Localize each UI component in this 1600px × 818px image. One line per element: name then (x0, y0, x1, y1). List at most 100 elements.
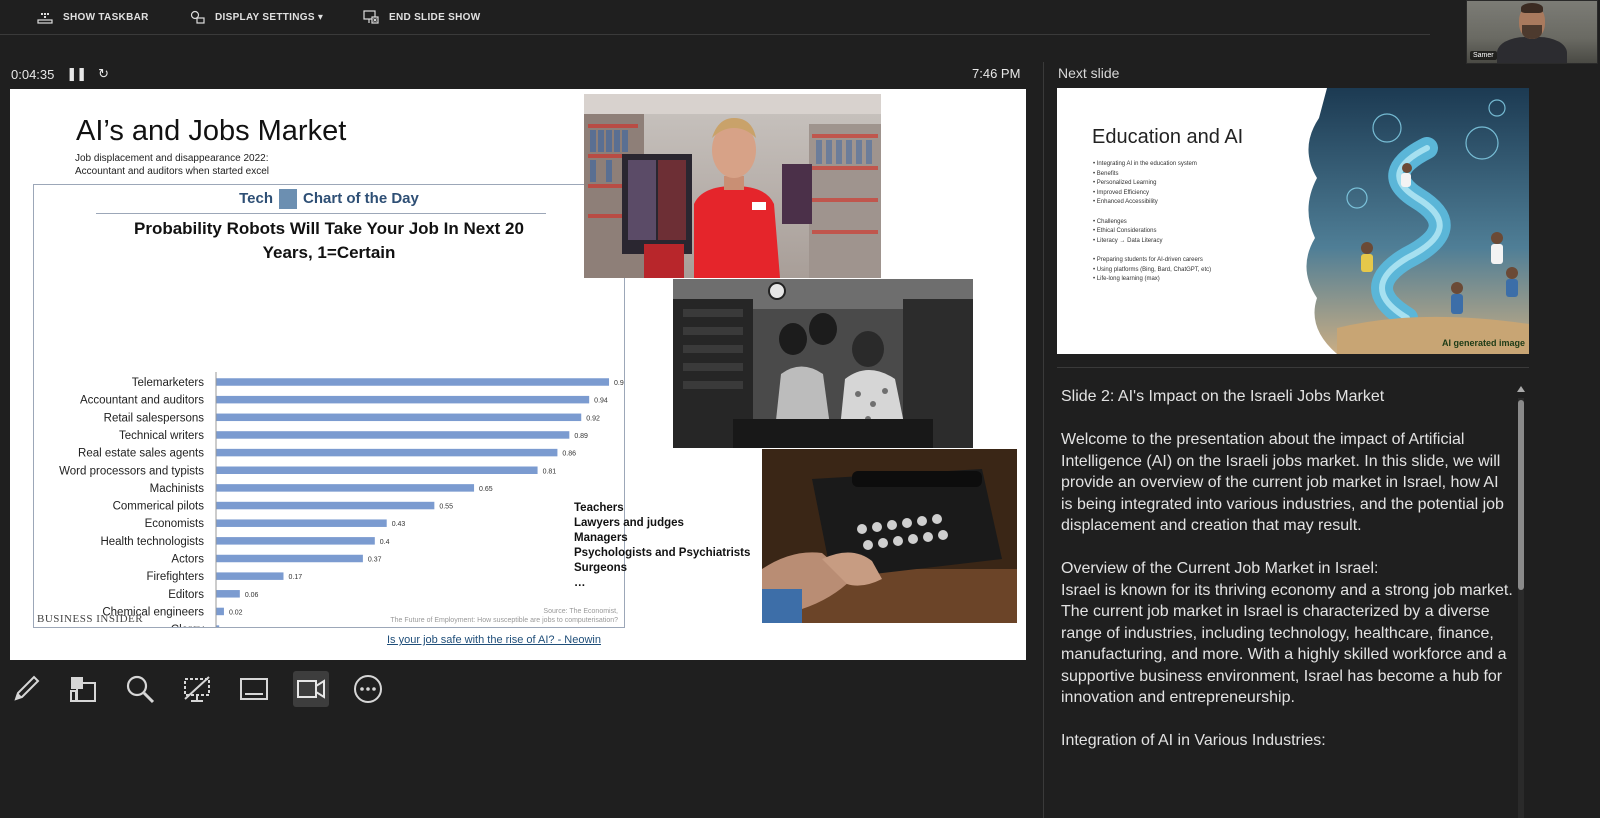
chart-bar (216, 537, 375, 545)
zoom-button[interactable] (122, 671, 158, 707)
video-store-scene-icon (584, 94, 881, 278)
ai-generated-image-caption: AI generated image (1441, 338, 1525, 348)
next-slide-bullet: • Enhanced Accessibility (1093, 199, 1158, 206)
slide-subtitle-line-2: Accountant and auditors when started exc… (75, 166, 270, 177)
slide-subtitle: Job displacement and disappearance 2022:… (75, 152, 269, 178)
next-slide-bullet: • Life-long learning (max) (1093, 276, 1160, 283)
chart-source-line-2: The Future of Employment: How susceptibl… (390, 617, 618, 624)
chart-category-label: Accountant and auditors (80, 395, 204, 407)
chart-bar (216, 448, 558, 457)
safe-job-item: Teachers (574, 502, 624, 514)
webcam-person-beard (1522, 25, 1542, 39)
notes-heading: Slide 2: AI's Impact on the Israeli Jobs… (1061, 388, 1385, 405)
video-store-employee-photo (584, 94, 881, 278)
chart-value-label: 0.86 (562, 451, 576, 458)
chart-category-label: Firefighters (146, 571, 204, 583)
notes-divider[interactable] (1057, 367, 1529, 368)
chart-category-label: Technical writers (119, 430, 204, 442)
scrollbar-thumb[interactable] (1518, 400, 1524, 590)
chart-bar (216, 519, 387, 527)
chart-bar (216, 554, 363, 563)
webcam-video[interactable]: Samer (1466, 0, 1598, 64)
typewriter-photo (762, 449, 1017, 623)
chart-value-label: 0.89 (574, 433, 588, 440)
chart-value-label: 0.92 (586, 415, 600, 422)
black-screen-button[interactable] (179, 671, 215, 707)
safe-jobs-list: Teachers Lawyers and judges Managers Psy… (574, 501, 750, 591)
pane-divider[interactable] (1043, 62, 1044, 818)
next-slide-bullet: • Personalized Learning (1093, 180, 1157, 187)
webcam-participant-name: Samer (1470, 51, 1497, 60)
more-options-button[interactable] (350, 671, 386, 707)
next-slide-title: Education and AI (1092, 126, 1244, 148)
safe-job-item: … (574, 577, 586, 589)
chart-value-label: 0.17 (288, 574, 302, 581)
chart-category-label: Actors (171, 554, 204, 566)
switchboard-operators-photo (673, 279, 973, 448)
chart-value-label: 0.99 (614, 380, 624, 387)
more-options-icon (354, 675, 382, 703)
elapsed-time: 0:04:35 (11, 66, 55, 82)
show-taskbar-button[interactable]: SHOW TASKBAR (37, 9, 149, 25)
chart-value-label: 0.65 (479, 486, 493, 493)
webcam-person-torso (1497, 37, 1567, 63)
slide-timer: 0:04:35 ❚❚ ↻ (11, 66, 109, 82)
next-slide-bullet: • Ethical Considerations (1093, 228, 1157, 235)
notes-subheading: Integration of AI in Various Industries: (1061, 732, 1326, 749)
chart-bar (216, 413, 582, 422)
chart-bar (216, 484, 475, 492)
notes-scrollbar[interactable] (1514, 380, 1528, 818)
next-slide-label: Next slide (1058, 65, 1120, 81)
chart-category-label: Word processors and typists (59, 465, 204, 477)
pause-timer-icon[interactable]: ❚❚ (66, 66, 87, 82)
black-screen-icon (184, 676, 210, 702)
end-slide-show-button[interactable]: END SLIDE SHOW (363, 9, 480, 25)
scroll-up-icon[interactable] (1517, 386, 1525, 392)
next-slide-bullet: • Preparing students for AI-driven caree… (1093, 256, 1203, 263)
chart-category-label: Real estate sales agents (78, 448, 204, 460)
chart-bar (216, 395, 590, 404)
notes-paragraph-text: Israel is known for its thriving economy… (1061, 581, 1513, 707)
next-slide-bullets: • Integrating AI in the education system… (1093, 160, 1211, 285)
chart-category-label: Editors (168, 589, 204, 601)
safe-job-item: Managers (574, 532, 628, 544)
chart-category-label: Health technologists (100, 536, 204, 548)
chart-bar (216, 590, 240, 598)
end-show-icon (363, 10, 379, 24)
speaker-notes[interactable]: Slide 2: AI's Impact on the Israeli Jobs… (1061, 386, 1513, 818)
chart-bar (216, 501, 435, 510)
business-insider-logo: BUSINESS INSIDER (37, 613, 144, 625)
bar-chart-plot: Telemarketers 0.99 Accountant and auditors… (59, 372, 624, 627)
chart-value-label: 0.37 (368, 557, 382, 564)
chart-value-label: 0.55 (439, 504, 453, 511)
pen-tool-button[interactable] (8, 671, 44, 707)
see-all-slides-button[interactable] (65, 671, 101, 707)
next-slide-preview[interactable]: Education and AI • Integrating AI in the… (1057, 88, 1529, 354)
next-slide-bullet: • Literacy → Data Literacy (1093, 237, 1163, 244)
chart-category-label: Machinists (150, 483, 205, 495)
neowin-article-link[interactable]: Is your job safe with the rise of AI? - … (387, 634, 601, 646)
subtitles-button[interactable] (236, 671, 272, 707)
restart-timer-icon[interactable]: ↻ (98, 66, 109, 82)
robots-job-chart: Tech Chart of the Day Probability Robots … (33, 184, 625, 628)
safe-job-item: Lawyers and judges (574, 517, 684, 529)
notes-paragraph: Welcome to the presentation about the im… (1061, 431, 1504, 534)
typewriter-scene-icon (762, 449, 1017, 623)
chart-category-label: Commerical pilots (113, 501, 205, 513)
slide-title: AI’s and Jobs Market (76, 115, 347, 147)
chart-category-label: Economists (145, 518, 205, 530)
next-slide-bullet: • Challenges (1093, 218, 1127, 225)
camera-button[interactable] (293, 671, 329, 707)
end-slide-show-label: END SLIDE SHOW (389, 11, 481, 23)
notes-subheading: Overview of the Current Job Market in Is… (1061, 560, 1379, 577)
presenter-topbar: SHOW TASKBAR DISPLAY SETTINGS ▾ END SLID… (0, 0, 1430, 34)
display-settings-button[interactable]: DISPLAY SETTINGS ▾ (189, 9, 323, 25)
chart-category-label: Clergy (171, 624, 204, 627)
current-time: 7:46 PM (972, 66, 1021, 81)
chart-value-label: 0.81 (543, 468, 557, 475)
switchboard-scene-icon (673, 279, 973, 448)
current-slide[interactable]: AI’s and Jobs Market Job displacement an… (10, 89, 1026, 660)
presenter-toolbar (8, 670, 407, 708)
chart-value-label: 0.4 (380, 539, 390, 546)
chart-value-label: 0.43 (392, 521, 406, 528)
